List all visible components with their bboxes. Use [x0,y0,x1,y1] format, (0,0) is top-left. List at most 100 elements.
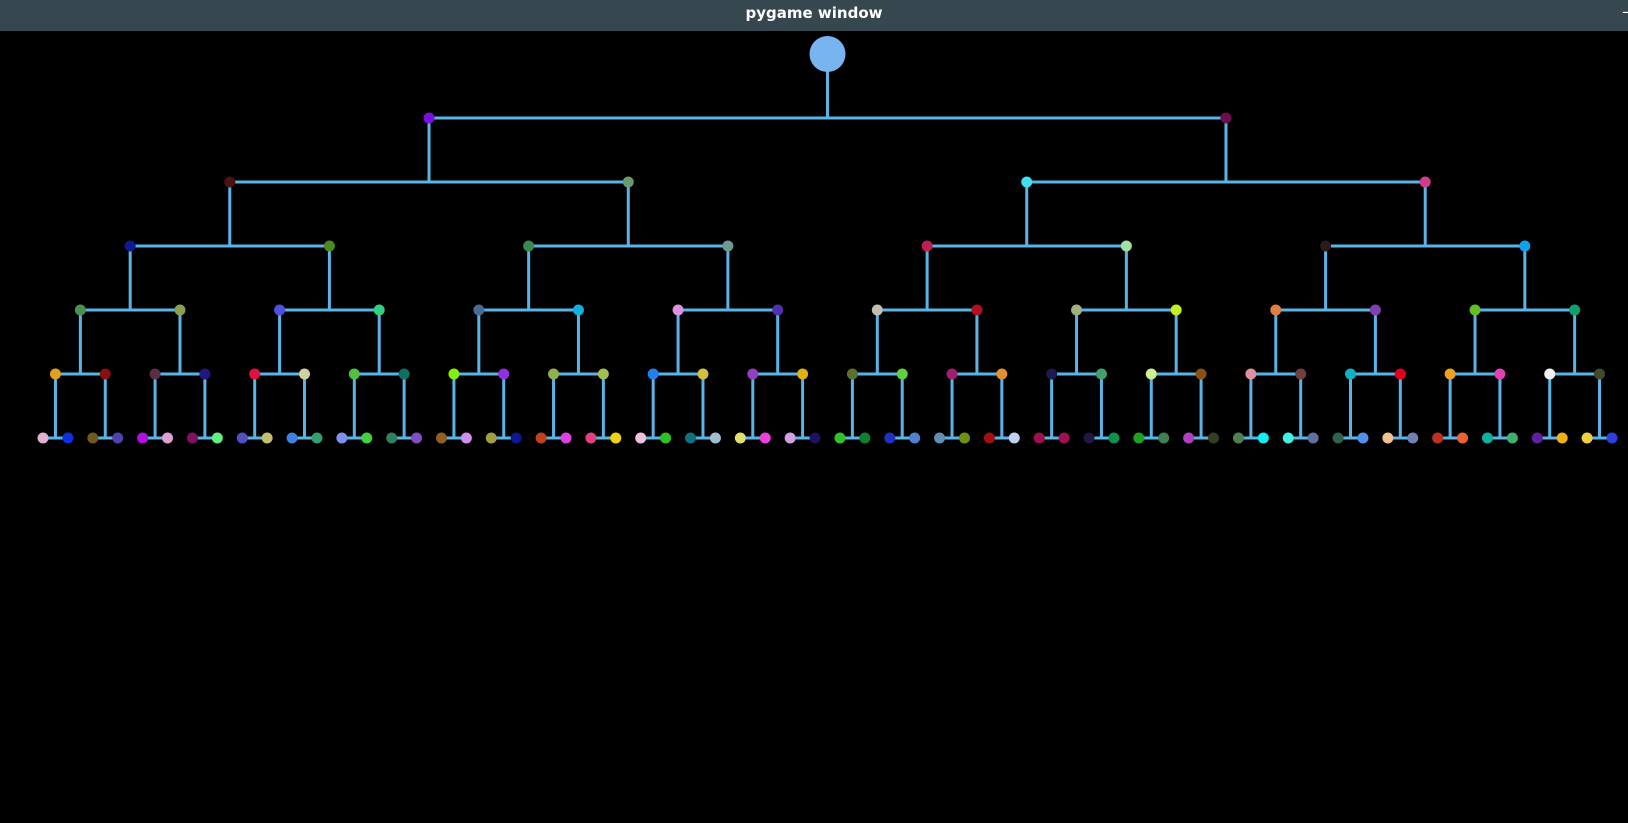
tree-node [1033,432,1045,444]
tree-node [1245,368,1257,380]
tree-node [224,176,236,188]
tree-node [62,432,74,444]
tree-node [734,432,746,444]
tree-node [1544,368,1556,380]
tree-node [610,432,622,444]
tree-node [373,304,385,316]
tree-node [1606,432,1618,444]
tree-node [348,368,360,380]
tree-node [1083,432,1095,444]
tree-node [186,432,198,444]
tree-node [211,432,223,444]
tree-node [1457,432,1469,444]
tree-node [958,432,970,444]
tree-node [1481,432,1493,444]
tree-node [996,368,1008,380]
tree-node [361,432,373,444]
tree-node [846,368,858,380]
tree-node [1469,304,1481,316]
tree-node [672,304,684,316]
tree-node [934,432,946,444]
tree-node [635,432,647,444]
tree-node [660,432,672,444]
tree-node [236,432,248,444]
tree-node [1282,432,1294,444]
tree-node [162,432,174,444]
tree-node [709,432,721,444]
tree-node [1345,368,1356,380]
tree-node [1195,368,1207,380]
tree-node [99,368,111,380]
tree-node [523,240,535,252]
tree-node [87,432,99,444]
tree-node [1407,432,1419,444]
tree-node [647,368,659,380]
window-titlebar[interactable]: pygame window – [0,0,1628,31]
tree-node [336,432,348,444]
tree-node [137,432,149,444]
tree-node [859,432,871,444]
tree-node [1220,112,1232,124]
tree-node [498,368,510,380]
tree-diagram [37,36,1618,444]
tree-node [834,432,846,444]
tree-node [697,368,709,380]
tree-node [1058,432,1070,444]
tree-node [1432,432,1444,444]
tree-node [1008,432,1020,444]
tree-node [1046,368,1058,380]
game-canvas[interactable] [0,31,1628,823]
tree-node [274,304,286,316]
tree-node [1382,432,1394,444]
tree-node [423,112,435,124]
tree-node [1444,368,1456,380]
tree-node [149,368,161,380]
tree-node [1307,432,1319,444]
tree-node [386,432,398,444]
tree-node [722,240,734,252]
tree-node [199,368,211,380]
tree-node [1071,304,1083,316]
tree-node [124,240,136,252]
tree-node [286,432,298,444]
tree-node [485,432,497,444]
tree-node [1295,368,1307,380]
tree-node [1158,432,1170,444]
tree-node [460,432,472,444]
tree-node [772,304,784,316]
tree-node [1519,240,1531,252]
tree-node [548,368,560,380]
tree-node [323,240,335,252]
tree-node [585,432,597,444]
tree-node [1208,432,1220,444]
tree-node [1257,432,1269,444]
tree-node [249,368,261,380]
tree-node [1357,432,1369,444]
tree-node [884,432,896,444]
tree-node [1232,432,1244,444]
tree-node [1569,304,1581,316]
tree-node [49,368,61,380]
tree-node [1369,304,1381,316]
tree-node [174,304,186,316]
tree-node [983,432,995,444]
tree-node [261,432,273,444]
tree-node [971,304,983,316]
tree-node [1108,432,1120,444]
tree-node [784,432,796,444]
tree-node [1531,432,1543,444]
tree-node [74,304,86,316]
tree-node [1120,240,1132,252]
window-title: pygame window [745,4,883,22]
tree-node [1145,368,1157,380]
tree-node [622,176,634,188]
tree-node [1095,368,1107,380]
tree-node [311,432,323,444]
tree-node [871,304,883,316]
tree-node [1332,432,1344,444]
tree-node [1556,432,1568,444]
tree-node [510,432,522,444]
tree-root-node [809,36,846,72]
tree-node [1506,432,1518,444]
window-control-button[interactable]: – [1622,2,1628,21]
